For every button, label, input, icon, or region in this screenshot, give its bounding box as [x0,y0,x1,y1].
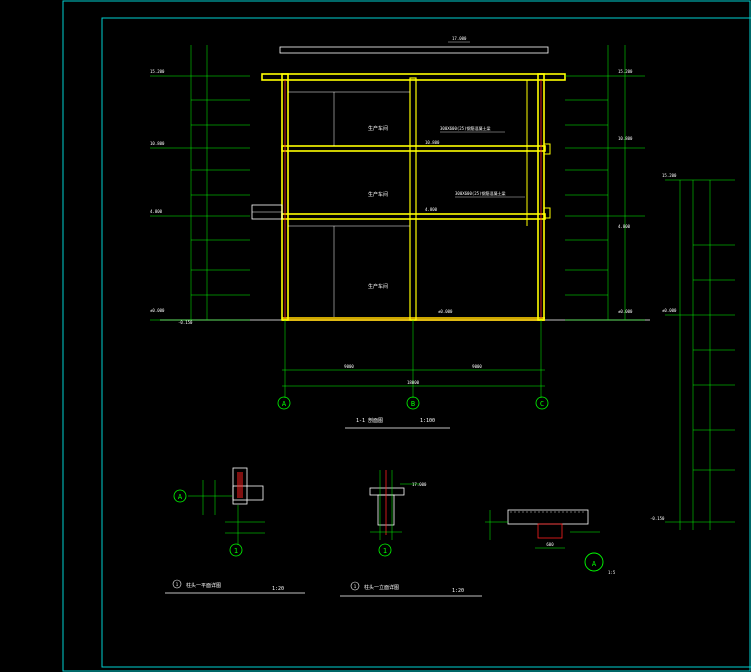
slab-level-2: 4.800 [425,207,438,212]
inner-frame [101,17,751,668]
roof-parapet [279,46,549,54]
right-dimension-chain [565,45,645,321]
beam-note-1: 300X600(25)钢筋混凝土梁 [440,125,491,131]
detail-1-plan: A 1 1 柱头一平面详图 1:20 [165,467,305,594]
span-dimensions [282,320,545,398]
axis-label-b: B [411,400,415,408]
detail1-title: 柱头一平面详图 [186,582,221,589]
left-level-1: 15.200 [150,69,165,74]
span-left: 9000 [344,364,354,369]
detail2-title: 柱头一立面详图 [364,584,399,591]
roof-slab [261,73,566,81]
outside-level: -0.150 [178,320,193,325]
detail2-title-number: 1 [354,584,357,589]
left-dimension-chain [150,45,250,321]
floor-slab-2 [281,213,546,220]
span-right: 9000 [472,364,482,369]
slab-level-3: 10.800 [425,140,440,145]
detail2-level: 17.000 [412,482,427,487]
room-label-3: 生产车间 [368,125,388,132]
left-level-4: ±0.000 [150,308,165,313]
cad-drawing: 生产车间 生产车间 生产车间 300X600(25)钢筋混凝土梁 300X600… [62,0,751,672]
outer-frame [62,0,751,672]
detail2-cap [369,487,405,496]
left-level-2: 10.800 [150,141,165,146]
beam-note-2: 300X600(25)钢筋混凝土梁 [455,190,506,196]
detail1-axis-label: 1 [234,547,238,555]
side-elevation: 15.200 ±0.000 -0.150 [650,173,735,530]
detail1-scale: 1:20 [272,586,284,592]
axis-label-a: A [282,400,287,408]
axis-label-c: C [540,400,544,408]
right-level-3: 4.800 [618,224,631,229]
side-bottom-level: -0.150 [650,516,665,521]
side-mid-level: ±0.000 [662,308,677,313]
right-level-2: 10.800 [618,136,633,141]
side-top-level: 15.200 [662,173,677,178]
detail-a: 600 A 1:5 [485,509,616,575]
detail2-scale: 1:20 [452,588,464,594]
room-label-1: 生产车间 [368,283,388,290]
detail1-title-number: 1 [176,582,179,587]
right-level-1: 15.200 [618,69,633,74]
section-scale: 1:100 [420,418,435,424]
detail1-callout-a-letter: A [178,493,183,501]
detail-a-dim: 600 [546,542,554,547]
slab-level-1: ±0.000 [438,309,453,314]
section-title: 1-1 剖面图 [356,417,383,424]
slab-level-roof: 17.000 [452,36,467,41]
room-label-2: 生产车间 [368,191,388,198]
detail-a-scale: 1:5 [608,570,616,575]
detail-2-elevation: 17.000 1 1 柱头一立面详图 1:20 [340,470,482,597]
right-level-4: ±0.000 [618,309,633,314]
detail-a-callout-letter: A [592,560,597,568]
detail-a-gutter [537,523,563,539]
span-total: 18000 [407,380,420,385]
floor-slab-3 [281,145,546,152]
column-b [409,77,417,321]
section-1-1: 生产车间 生产车间 生产车间 300X600(25)钢筋混凝土梁 300X600… [150,36,650,429]
detail2-axis-label: 1 [383,547,387,555]
left-level-3: 4.800 [150,209,163,214]
detail1-core [237,472,243,498]
